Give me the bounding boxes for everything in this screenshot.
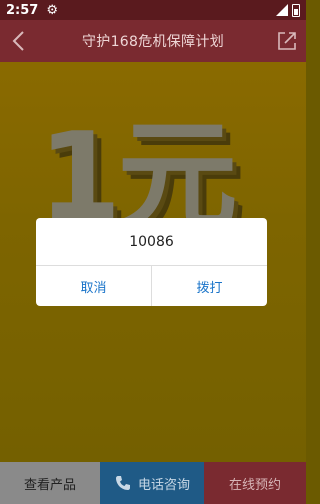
- call-dialog: 10086 取消 拨打: [36, 218, 267, 306]
- tab-products-label: 查看产品: [23, 477, 76, 493]
- tab-products[interactable]: 查看产品: [0, 462, 100, 504]
- tab-online-label: 在线预约: [228, 477, 281, 493]
- cancel-button[interactable]: 取消: [36, 266, 151, 306]
- dialog-message: 10086: [36, 218, 267, 266]
- dialog-buttons: 取消 拨打: [36, 266, 267, 306]
- bottom-tab-bar: 查看产品 电话咨询 在线预约: [0, 462, 306, 504]
- tab-phone-consult[interactable]: 电话咨询: [100, 462, 204, 504]
- call-button[interactable]: 拨打: [151, 266, 267, 306]
- tab-phone-label: 电话咨询: [137, 477, 190, 493]
- phone-icon: [115, 476, 130, 490]
- tab-online-booking[interactable]: 在线预约: [204, 462, 306, 504]
